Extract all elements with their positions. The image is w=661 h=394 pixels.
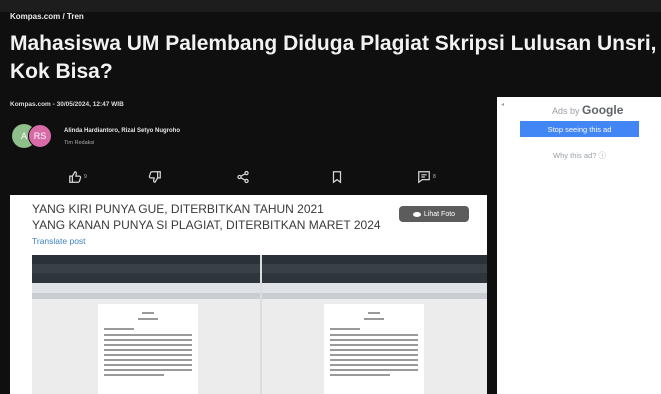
thumbs-down-icon [148, 171, 161, 183]
why-this-ad-button[interactable]: Why this ad? ⓘ [520, 147, 639, 163]
dislike-button[interactable] [148, 166, 162, 188]
post-text: YANG KIRI PUNYA GUE, DITERBITKAN TAHUN 2… [32, 201, 381, 233]
breadcrumb[interactable]: Kompas.com / Tren [10, 12, 84, 21]
top-band [0, 0, 661, 12]
translate-post-link[interactable]: Translate post [32, 236, 86, 246]
comment-icon [418, 171, 430, 184]
screenshot-right-document [262, 255, 487, 394]
screenshot-left-document [32, 255, 260, 394]
like-button[interactable]: 9 [68, 166, 87, 188]
bookmark-button[interactable] [330, 166, 344, 188]
thumbs-up-icon [69, 171, 82, 183]
bookmark-icon [332, 171, 342, 184]
ads-by-label: Ads by [552, 106, 580, 116]
ad-close-icon[interactable]: ◂ [501, 101, 504, 108]
article-meta: Kompas.com - 30/05/2024, 12:47 WIB [10, 101, 124, 108]
document-page [98, 304, 198, 394]
comment-count: 8 [433, 174, 436, 180]
stop-seeing-ad-button[interactable]: Stop seeing this ad [520, 121, 639, 137]
comment-button[interactable]: 8 [417, 166, 436, 188]
headline-line-2: Kok Bisa? [10, 60, 113, 83]
google-logo: Google [582, 103, 624, 117]
share-icon [237, 170, 249, 184]
author-role: Tim Redaksi [64, 140, 95, 146]
avatar[interactable]: RS [28, 124, 52, 148]
like-count: 9 [84, 174, 87, 180]
document-page [324, 304, 424, 394]
action-bar: 9 8 [0, 166, 495, 188]
eye-icon [412, 211, 421, 217]
author-names[interactable]: Alinda Hardiantoro, Rizal Setyo Nugroho [64, 128, 180, 134]
ads-by-google: Ads by Google [552, 103, 623, 117]
ad-panel: ◂ Ads by Google Stop seeing this ad Why … [497, 97, 661, 394]
post-screenshot-image[interactable] [32, 255, 487, 394]
view-photo-button[interactable]: Lihat Foto [399, 206, 469, 222]
headline-line-1: Mahasiswa UM Palembang Diduga Plagiat Sk… [10, 32, 657, 55]
post-text-line-2: YANG KANAN PUNYA SI PLAGIAT, DITERBITKAN… [32, 218, 381, 232]
share-button[interactable] [236, 166, 250, 188]
view-photo-label: Lihat Foto [423, 210, 456, 218]
post-text-line-1: YANG KIRI PUNYA GUE, DITERBITKAN TAHUN 2… [32, 202, 324, 216]
embedded-post: YANG KIRI PUNYA GUE, DITERBITKAN TAHUN 2… [10, 195, 487, 394]
article-headline: Mahasiswa UM Palembang Diduga Plagiat Sk… [10, 30, 661, 86]
author-avatars[interactable]: A RS [12, 124, 56, 148]
